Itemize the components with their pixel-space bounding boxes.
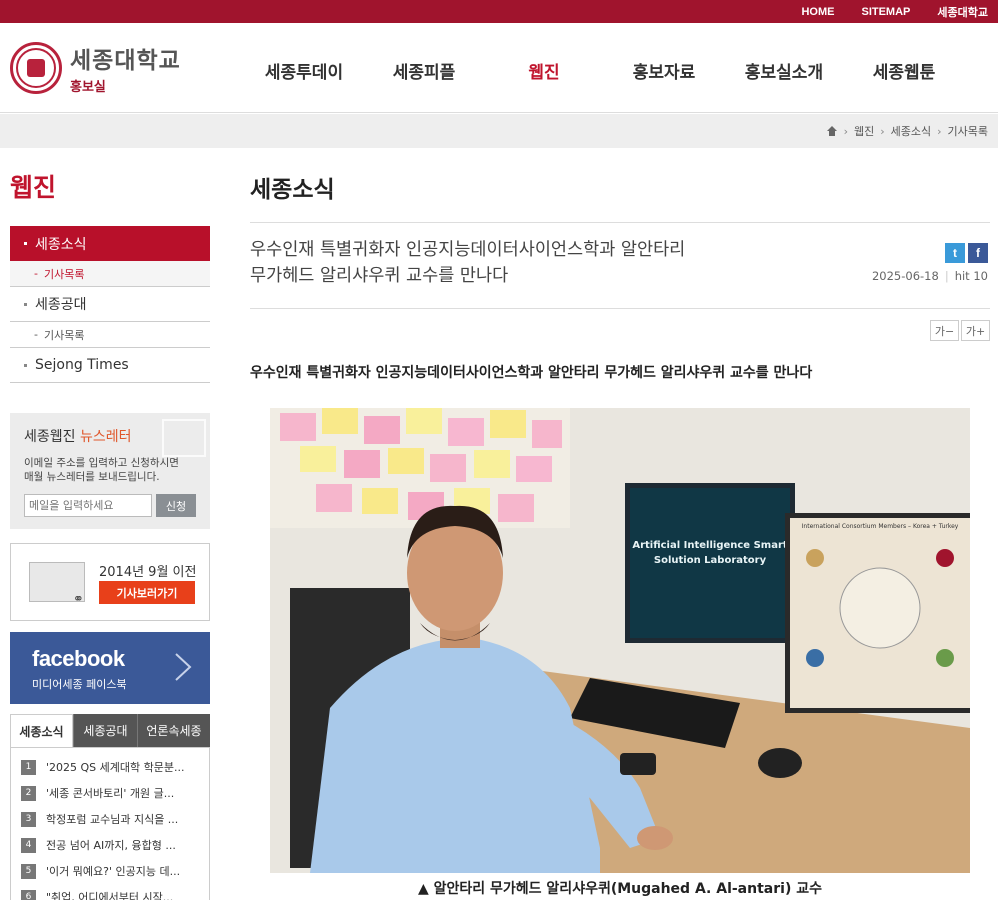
list-item[interactable]: 5 '이거 뭐예요?' 인공지능 데... xyxy=(21,858,199,884)
site-header: 세종대학교 홍보실 세종투데이 세종피플 웹진 홍보자료 홍보실소개 세종웹툰 xyxy=(0,23,998,113)
svg-text:Solution Laboratory: Solution Laboratory xyxy=(654,555,767,566)
main-navigation: 세종투데이 세종피플 웹진 홍보자료 홍보실소개 세종웹툰 xyxy=(244,58,964,83)
rank-badge: 6 xyxy=(21,889,36,900)
font-increase-button[interactable]: 가+ xyxy=(961,320,990,341)
list-item-title: '2025 QS 세계대학 학문분... xyxy=(46,761,185,774)
nav-pr-materials[interactable]: 홍보자료 xyxy=(604,58,724,83)
rank-badge: 2 xyxy=(21,785,36,801)
nav-about-pr-office[interactable]: 홍보실소개 xyxy=(724,58,844,83)
facebook-banner[interactable]: facebook 미디어세종 페이스북 xyxy=(10,632,210,704)
nav-webzine[interactable]: 웹진 xyxy=(484,58,604,83)
facebook-subtitle: 미디어세종 페이스북 xyxy=(32,678,127,691)
home-icon[interactable] xyxy=(826,126,838,136)
archive-label: 2014년 9월 이전 xyxy=(99,565,197,580)
font-decrease-button[interactable]: 가− xyxy=(930,320,959,341)
newsletter-box: 세종웹진 뉴스레터 이메일 주소를 입력하고 신청하시면 매월 뉴스레터를 보내드… xyxy=(10,413,210,529)
twitter-share-icon[interactable]: t xyxy=(945,243,965,263)
rank-badge: 4 xyxy=(21,837,36,853)
svg-text:Artificial Intelligence Smart: Artificial Intelligence Smart xyxy=(632,540,788,551)
article-hits: hit 10 xyxy=(954,269,988,283)
rank-badge: 3 xyxy=(21,811,36,827)
nav-sejong-webtoon[interactable]: 세종웹툰 xyxy=(844,58,964,83)
side-nav-item-sejong-news[interactable]: 세종소식 xyxy=(10,226,210,261)
list-item[interactable]: 2 '세종 콘서바토리' 개원 글... xyxy=(21,780,199,806)
newsletter-icon xyxy=(162,419,206,457)
tab-sejong-news[interactable]: 세종소식 xyxy=(10,714,73,747)
nav-sejong-people[interactable]: 세종피플 xyxy=(364,58,484,83)
side-nav-sub-article-list[interactable]: - 기사목록 xyxy=(10,261,210,287)
tab-article-list: 1 '2025 QS 세계대학 학문분... 2 '세종 콘서바토리' 개원 글...… xyxy=(10,747,210,900)
svg-text:International Consortium Membe: International Consortium Members – Korea… xyxy=(802,523,959,530)
tab-sejong-engineering[interactable]: 세종공대 xyxy=(73,714,137,747)
breadcrumb-news[interactable]: 세종소식 xyxy=(891,123,931,139)
glasses-icon: ⚭ xyxy=(73,592,84,607)
sitemap-link[interactable]: SITEMAP xyxy=(861,6,910,18)
list-item-title: "취업, 어디에서부터 시작... xyxy=(46,891,174,900)
article-title: 우수인재 특별귀화자 인공지능데이터사이언스학과 알안타리 무가헤드 알리샤우퀴 … xyxy=(250,240,686,286)
list-item[interactable]: 6 "취업, 어디에서부터 시작... xyxy=(21,884,199,900)
list-item-title: '이거 뭐예요?' 인공지능 데... xyxy=(46,865,181,878)
newsletter-description: 이메일 주소를 입력하고 신청하시면 매월 뉴스레터를 보내드립니다. xyxy=(24,457,179,483)
section-title: 세종소식 xyxy=(250,177,335,203)
list-item-title: 전공 넘어 AI까지, 융합형 ... xyxy=(46,839,176,852)
facebook-share-icon[interactable]: f xyxy=(968,243,988,263)
side-nav-title: 웹진 xyxy=(10,173,57,202)
article-meta: 2025-06-18 | hit 10 xyxy=(871,269,988,283)
breadcrumb-webzine[interactable]: 웹진 xyxy=(854,123,874,139)
top-utility-bar: HOME SITEMAP 세종대학교 xyxy=(0,0,998,23)
rank-badge: 1 xyxy=(21,759,36,775)
list-item-title: '세종 콘서바토리' 개원 글... xyxy=(46,787,175,800)
article-photo: Artificial Intelligence Smart Solution L… xyxy=(270,408,970,873)
archive-button[interactable]: 기사보러가기 xyxy=(99,581,195,604)
side-navigation: 웹진 세종소식 - 기사목록 세종공대 - 기사목록 Sejong Times xyxy=(10,148,210,383)
article-header: 우수인재 특별귀화자 인공지능데이터사이언스학과 알안타리 무가헤드 알리샤우퀴 … xyxy=(250,223,990,309)
breadcrumb: › 웹진 › 세종소식 › 기사목록 xyxy=(0,114,998,148)
popular-articles-tabs: 세종소식 세종공대 언론속세종 1 '2025 QS 세계대학 학문분... 2 '세… xyxy=(10,714,210,900)
newsletter-subscribe-button[interactable]: 신청 xyxy=(156,494,196,517)
side-nav-sub-article-list-2[interactable]: - 기사목록 xyxy=(10,322,210,348)
article-area: 세종소식 우수인재 특별귀화자 인공지능데이터사이언스학과 알안타리 무가헤드 알… xyxy=(250,148,990,897)
side-nav-item-sejong-engineering[interactable]: 세종공대 xyxy=(10,287,210,322)
logo-title: 세종대학교 xyxy=(70,48,181,74)
facebook-logo-text: facebook xyxy=(32,646,125,671)
article-date: 2025-06-18 xyxy=(871,269,939,283)
archive-banner[interactable]: ⚭ 2014년 9월 이전 기사보러가기 xyxy=(10,543,210,621)
article-headline: 우수인재 특별귀화자 인공지능데이터사이언스학과 알안타리 무가헤드 알리샤우퀴… xyxy=(250,365,813,381)
site-logo[interactable]: 세종대학교 홍보실 xyxy=(10,41,181,95)
university-link[interactable]: 세종대학교 xyxy=(937,4,988,20)
list-item[interactable]: 4 전공 넘어 AI까지, 융합형 ... xyxy=(21,832,199,858)
university-seal-icon xyxy=(10,42,62,94)
chevron-right-icon xyxy=(175,653,192,681)
list-item-title: 학정포럼 교수님과 지식을 ... xyxy=(46,813,179,826)
list-item[interactable]: 3 학정포럼 교수님과 지식을 ... xyxy=(21,806,199,832)
tab-sejong-in-press[interactable]: 언론속세종 xyxy=(137,714,210,747)
home-link[interactable]: HOME xyxy=(801,6,834,18)
logo-subtitle: 홍보실 xyxy=(70,80,106,95)
breadcrumb-article-list[interactable]: 기사목록 xyxy=(948,123,988,139)
photo-caption: ▲ 알안타리 무가헤드 알리샤우퀴(Mugahed A. Al-antari) … xyxy=(418,881,822,897)
side-nav-item-sejong-times[interactable]: Sejong Times xyxy=(10,348,210,383)
rank-badge: 5 xyxy=(21,863,36,879)
list-item[interactable]: 1 '2025 QS 세계대학 학문분... xyxy=(21,754,199,780)
nav-sejong-today[interactable]: 세종투데이 xyxy=(244,58,364,83)
newsletter-email-input[interactable] xyxy=(24,494,152,517)
font-size-controls: 가− 가+ xyxy=(928,320,990,341)
